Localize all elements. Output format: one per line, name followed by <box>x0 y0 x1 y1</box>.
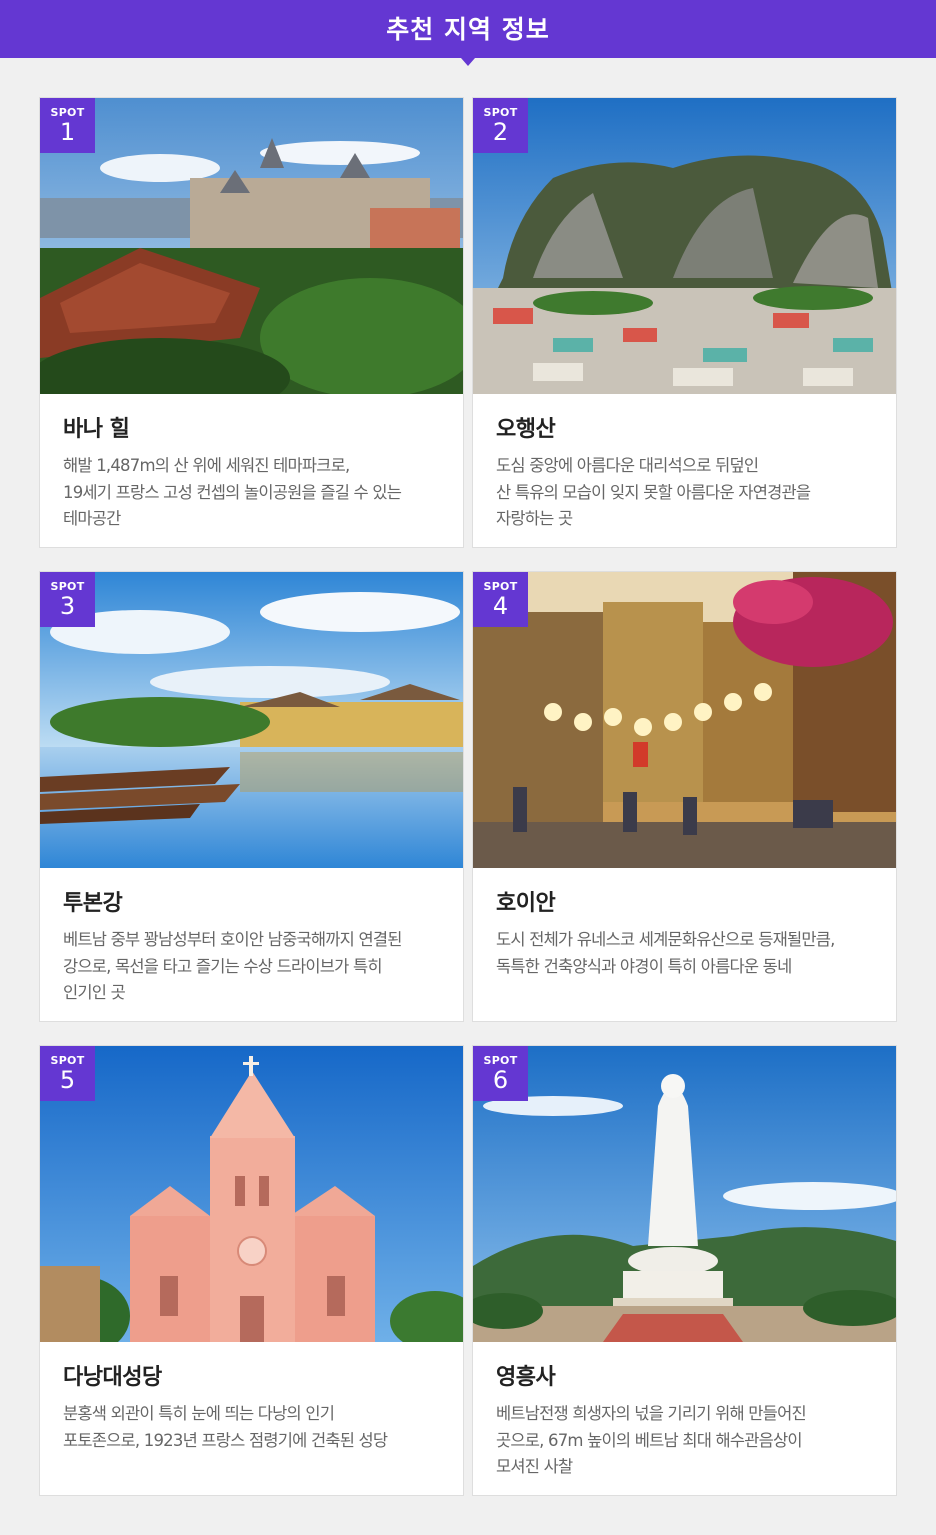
spot-photo-marble-mountains <box>473 98 896 394</box>
spot-badge-number: 1 <box>59 118 76 146</box>
spot-description: 베트남 중부 꽝남성부터 호이안 남중국해까지 연결된 강으로, 목선을 타고 … <box>63 930 402 1002</box>
spot-name: 다낭대성당 <box>63 1365 162 1390</box>
spot-badge: SPOT 5 <box>40 1046 95 1101</box>
spot-photo-hoi-an <box>473 572 896 868</box>
spot-card-1[interactable]: SPOT 1 바나 힐 해발 1,487m의 산 위에 세워진 테마파크로, 1… <box>39 97 464 548</box>
section-title: 추천 지역 정보 <box>386 15 550 44</box>
spot-description: 분홍색 외관이 특히 눈에 띄는 다낭의 인기 포토존으로, 1923년 프랑스… <box>63 1404 388 1450</box>
spot-description: 도심 중앙에 아름다운 대리석으로 뒤덮인 산 특유의 모습이 잊지 못할 아름… <box>496 456 811 528</box>
spot-badge: SPOT 3 <box>40 572 95 627</box>
spot-name: 투본강 <box>63 891 123 916</box>
spot-name: 영흥사 <box>496 1365 556 1390</box>
spot-name: 바나 힐 <box>63 417 130 442</box>
spot-card-4[interactable]: SPOT 4 호이안 도시 전체가 유네스코 세계문화유산으로 등재될만큼, 독… <box>472 571 897 1022</box>
spot-photo-da-nang-cathedral <box>40 1046 463 1342</box>
header-caret-icon <box>461 58 475 66</box>
spot-description: 도시 전체가 유네스코 세계문화유산으로 등재될만큼, 독특한 건축양식과 야경… <box>496 930 835 976</box>
spot-card-5[interactable]: SPOT 5 다낭대성당 분홍색 외관이 특히 눈에 띄는 다낭의 인기 포토존… <box>39 1045 464 1496</box>
spot-badge-number: 4 <box>492 592 509 620</box>
spot-badge-number: 6 <box>492 1066 509 1094</box>
spot-card-6[interactable]: SPOT 6 영흥사 베트남전쟁 희생자의 넋을 기리기 위해 만들어진 곳으로… <box>472 1045 897 1496</box>
spot-card-3[interactable]: SPOT 3 투본강 베트남 중부 꽝남성부터 호이안 남중국해까지 연결된 강… <box>39 571 464 1022</box>
spot-card-2[interactable]: SPOT 2 오행산 도심 중앙에 아름다운 대리석으로 뒤덮인 산 특유의 모… <box>472 97 897 548</box>
section-header: 추천 지역 정보 <box>0 0 936 58</box>
spot-description: 베트남전쟁 희생자의 넋을 기리기 위해 만들어진 곳으로, 67m 높이의 베… <box>496 1404 807 1476</box>
spot-description: 해발 1,487m의 산 위에 세워진 테마파크로, 19세기 프랑스 고성 컨… <box>63 456 402 528</box>
spot-badge-number: 5 <box>59 1066 76 1094</box>
spot-badge: SPOT 6 <box>473 1046 528 1101</box>
spot-badge: SPOT 1 <box>40 98 95 153</box>
spot-photo-ba-na-hills <box>40 98 463 394</box>
spot-photo-thu-bon-river <box>40 572 463 868</box>
spot-badge: SPOT 4 <box>473 572 528 627</box>
spot-photo-linh-ung-pagoda <box>473 1046 896 1342</box>
spot-badge-number: 3 <box>59 592 76 620</box>
spot-name: 호이안 <box>496 891 556 916</box>
spot-badge: SPOT 2 <box>473 98 528 153</box>
spot-badge-number: 2 <box>492 118 509 146</box>
spot-name: 오행산 <box>496 417 556 442</box>
